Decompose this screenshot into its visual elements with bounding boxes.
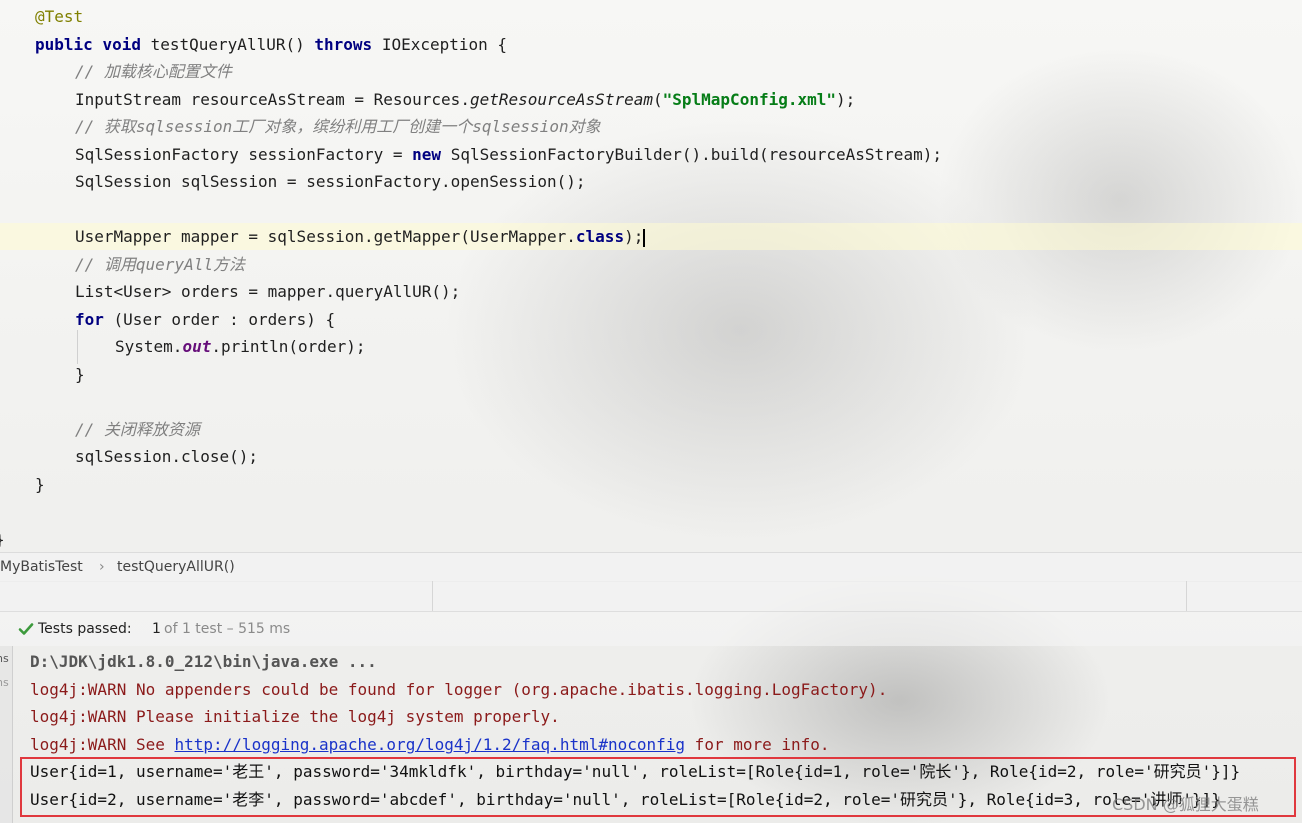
console-warn-line: log4j:WARN Please initialize the log4j s…	[30, 707, 560, 726]
code-text: );	[624, 227, 644, 246]
code-line-session-close: sqlSession.close();	[75, 447, 259, 466]
code-text: SqlSessionFactoryBuilder().build(resourc…	[441, 145, 942, 164]
keyword-new: new	[412, 145, 442, 164]
code-line-get-mapper: UserMapper mapper = sqlSession.getMapper…	[75, 223, 646, 250]
breadcrumb-class[interactable]: MyBatisTest	[0, 553, 83, 581]
breadcrumb-method[interactable]: testQueryAllUR()	[117, 553, 235, 581]
keyword-class: class	[575, 227, 625, 246]
tests-passed-label: Tests passed:	[38, 621, 132, 637]
comment-text: sqlsession	[135, 117, 233, 136]
toolbar-divider	[432, 581, 433, 611]
comment-text: queryAll	[135, 255, 213, 274]
code-line-for-loop: for (User order : orders) {	[75, 306, 335, 333]
code-line-open-session: SqlSession sqlSession = sessionFactory.o…	[75, 172, 586, 191]
method-name: testQueryAllUR()	[150, 35, 305, 54]
console-warn-line: log4j:WARN No appenders could be found f…	[30, 680, 888, 699]
comment-text: sqlsession	[472, 117, 569, 136]
code-line-signature: public void testQueryAllUR() throws IOEx…	[35, 31, 507, 58]
keyword-throws: throws	[314, 35, 373, 54]
string-literal: "SplMapConfig.xml"	[662, 90, 837, 109]
code-text: UserMapper mapper = sqlSession.getMapper…	[75, 227, 576, 246]
code-text: System.	[115, 337, 183, 356]
code-text: SqlSessionFactory sessionFactory =	[75, 145, 413, 164]
annotation-test: @Test	[35, 7, 84, 26]
comment-text: 方法	[212, 255, 245, 274]
tests-passed-count: 1	[152, 621, 161, 637]
code-text: (User order : orders) {	[103, 310, 336, 329]
indent-guide	[77, 330, 78, 364]
keyword-void: void	[102, 35, 141, 54]
code-comment-session-factory: // 获取sqlsession工厂对象，缤纷利用工厂创建一个sqlsession…	[75, 113, 601, 140]
comment-text: // 获取	[75, 117, 136, 136]
code-comment-close-resources: // 关闭释放资源	[75, 420, 200, 439]
keyword-for: for	[75, 310, 104, 329]
console-text: for more info.	[685, 735, 830, 754]
breadcrumb-separator: ›	[99, 559, 105, 575]
tests-summary: of 1 test – 515 ms	[164, 621, 291, 637]
exception-type: IOException {	[381, 35, 508, 54]
text-caret	[643, 228, 646, 247]
check-icon	[18, 623, 34, 635]
console-command-line[interactable]: D:\JDK\jdk1.8.0_212\bin\java.exe ...	[30, 648, 377, 675]
comment-text: 工厂对象，缤纷利用工厂创建一个	[232, 117, 473, 136]
code-text: InputStream resourceAsStream = Resources…	[75, 90, 470, 109]
code-comment-call-query: // 调用queryAll方法	[75, 251, 245, 278]
code-line-class-end: }	[0, 526, 5, 553]
comment-text: 对象	[568, 117, 601, 136]
code-comment-load-config: // 加载核心配置文件	[75, 62, 232, 81]
code-text: .println(order);	[211, 337, 366, 356]
code-line-annotation: @Test	[35, 3, 83, 30]
console-text: log4j:WARN See	[30, 735, 175, 754]
breadcrumb: MyBatisTest › testQueryAllUR()	[0, 552, 1302, 582]
toolbar-divider	[1186, 581, 1187, 611]
code-line-session-factory: SqlSessionFactory sessionFactory = new S…	[75, 141, 942, 168]
comment-text: // 调用	[75, 255, 136, 274]
output-highlight-box	[20, 757, 1296, 817]
keyword-public: public	[35, 35, 93, 54]
code-text: );	[836, 90, 856, 109]
run-toolbar	[0, 581, 1302, 612]
code-line-query-list: List<User> orders = mapper.queryAllUR();	[75, 282, 461, 301]
watermark: CSDN @狐狸大蛋糕	[1112, 795, 1259, 814]
faq-link[interactable]: http://logging.apache.org/log4j/1.2/faq.…	[175, 735, 686, 754]
code-line-println: System.out.println(order);	[115, 333, 365, 360]
code-line-close-brace: }	[75, 365, 85, 384]
static-method-call: getResourceAsStream	[469, 90, 653, 109]
code-text: (	[652, 90, 663, 109]
code-editor[interactable]: @Test public void testQueryAllUR() throw…	[0, 0, 1302, 550]
code-line-method-end: }	[35, 475, 45, 494]
code-line-resource-stream: InputStream resourceAsStream = Resources…	[75, 86, 855, 113]
console-warn-line: log4j:WARN See http://logging.apache.org…	[30, 731, 830, 758]
test-status-bar: Tests passed: 1 of 1 test – 515 ms	[0, 612, 1302, 646]
static-field-out: out	[182, 337, 212, 356]
